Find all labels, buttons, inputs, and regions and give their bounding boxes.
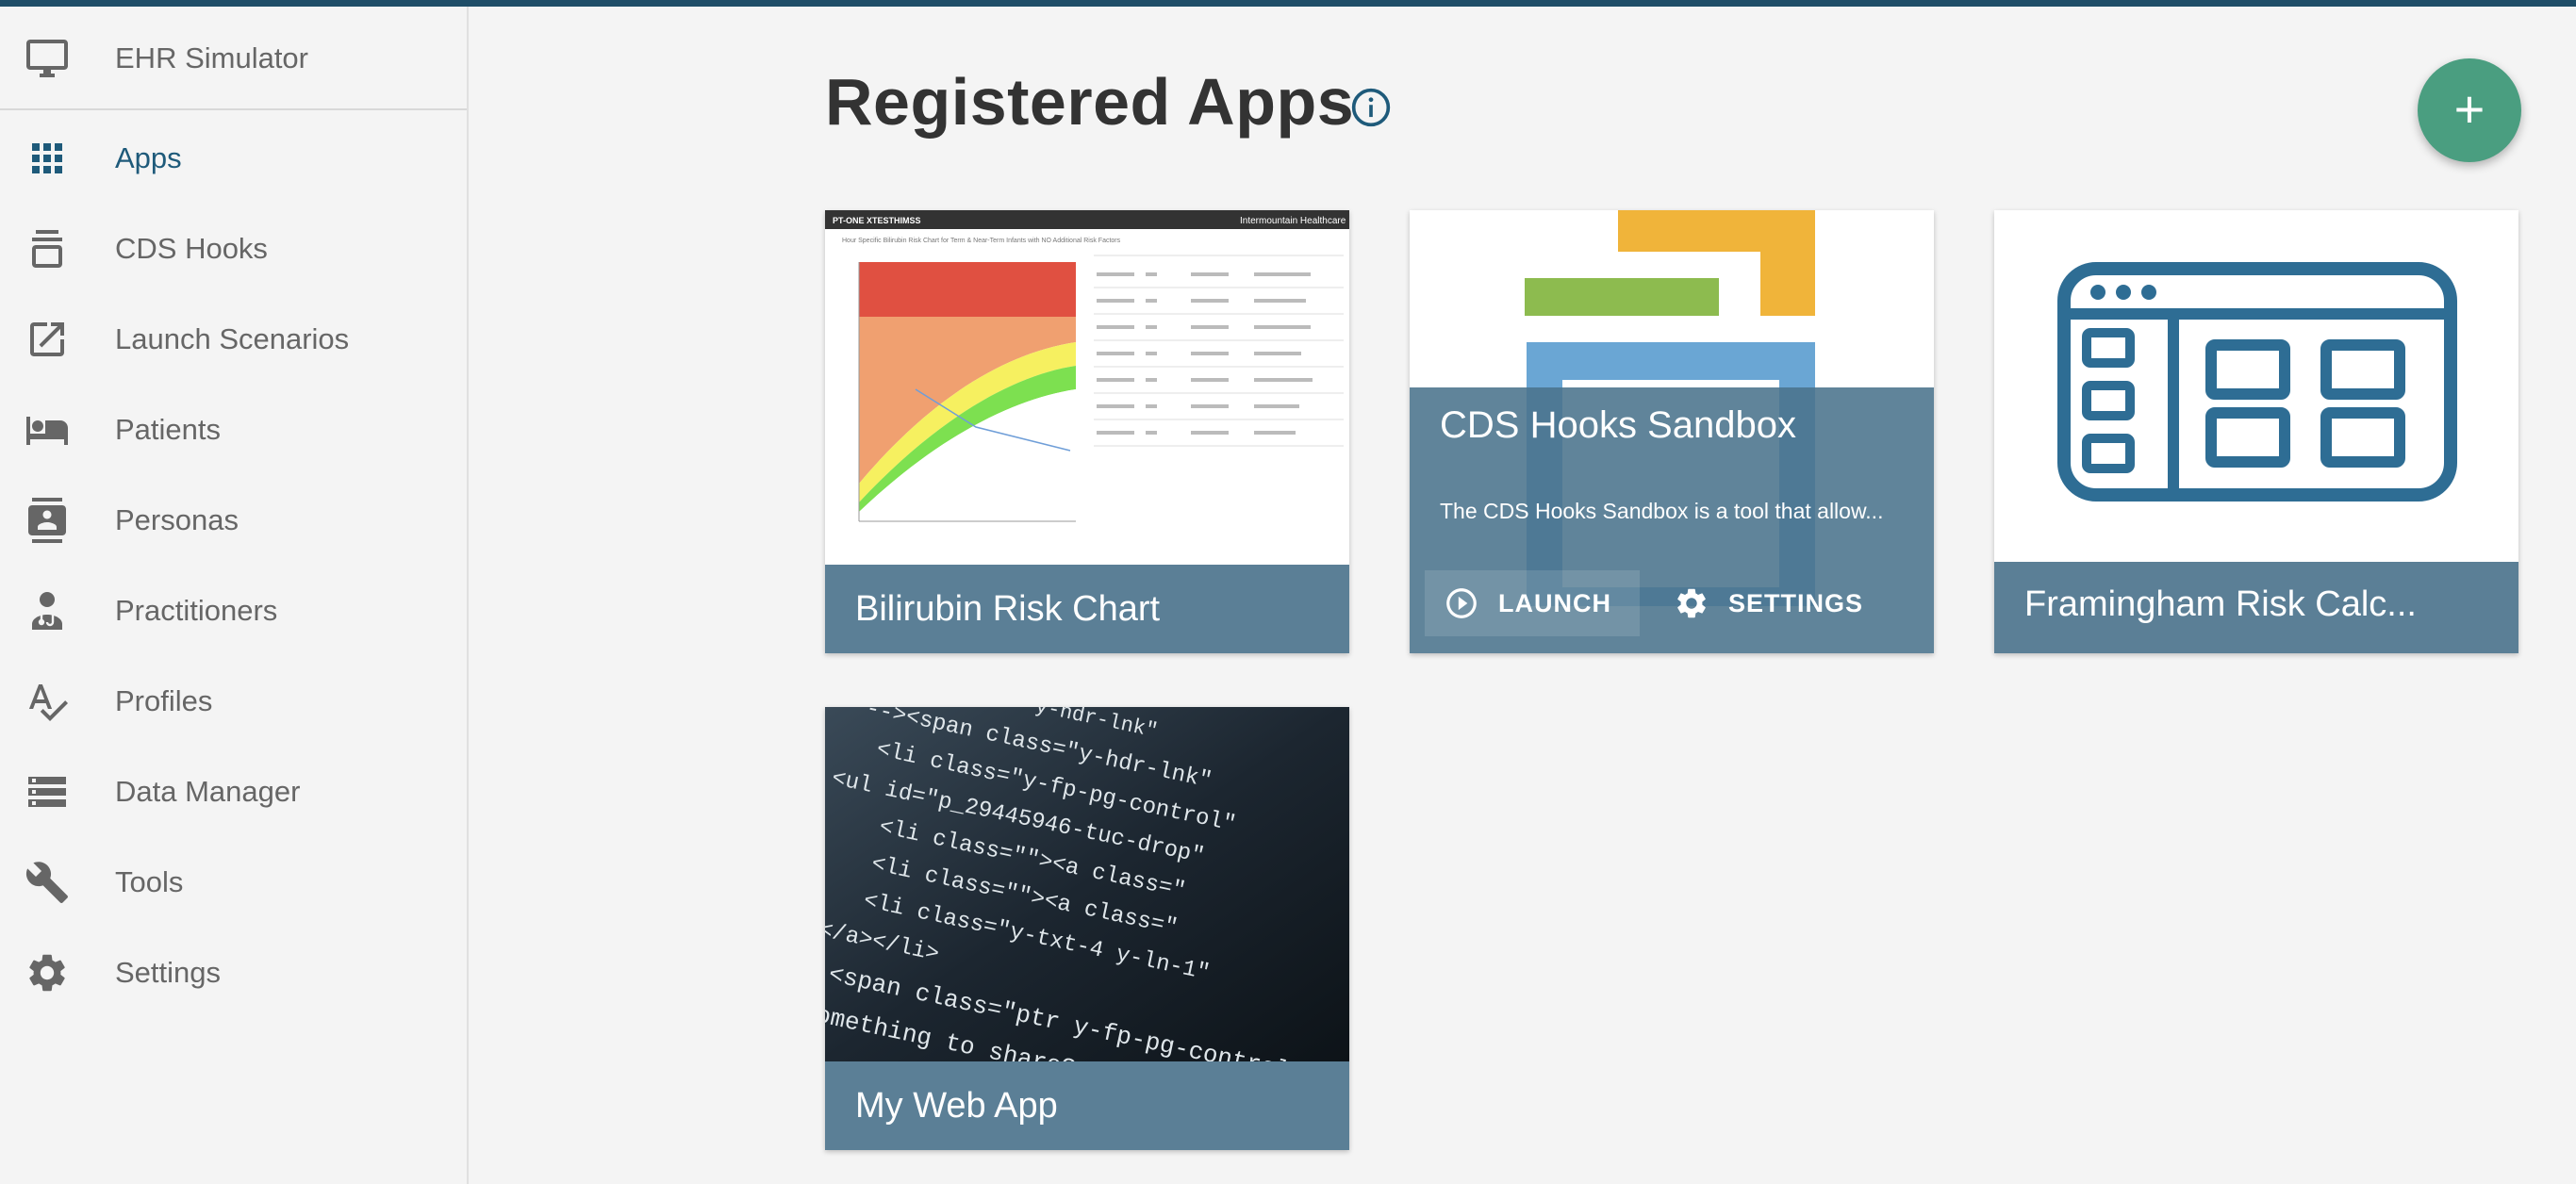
bilirubin-thumbnail: PT-ONE XTESTHIMSS Intermountain Healthca… [825,210,1349,565]
apps-grid-icon [32,143,62,173]
app-description: The CDS Hooks Sandbox is a tool that all… [1440,499,1884,523]
bilirubin-header-text: PT-ONE XTESTHIMSS [833,216,921,225]
sidebar-item-launch-scenarios[interactable]: Launch Scenarios [0,294,467,385]
launch-button[interactable]: LAUNCH [1425,570,1640,636]
bilirubin-chart-title: Hour Specific Bilirubin Risk Chart for T… [842,238,1121,244]
sidebar-item-patients[interactable]: Patients [0,385,467,475]
sidebar-item-label: Practitioners [115,594,278,627]
app-name: My Web App [855,1086,1058,1126]
info-icon[interactable] [1350,87,1392,128]
cds-hooks-icon [32,230,62,268]
sidebar-item-label: Launch Scenarios [115,322,350,355]
add-app-button[interactable]: + [2418,58,2521,162]
sidebar-item-personas[interactable]: Personas [0,475,467,566]
app-card-bilirubin-risk-chart[interactable]: PT-ONE XTESTHIMSS Intermountain Healthca… [825,210,1349,653]
top-accent-bar [0,0,2576,7]
sidebar-item-ehr-simulator[interactable]: EHR Simulator [0,7,467,110]
bilirubin-brand-text: Intermountain Healthcare [1240,216,1346,226]
contact-card-icon [28,498,66,543]
gear-icon [29,954,65,992]
card-title-bar: Bilirubin Risk Chart [825,565,1349,653]
monitor-icon [26,40,68,77]
settings-button[interactable]: SETTINGS [1655,570,1900,636]
sidebar-item-label: Settings [115,956,222,989]
card-hover-overlay: CDS Hooks Sandbox The CDS Hooks Sandbox … [1410,387,1934,653]
app-name: Bilirubin Risk Chart [855,589,1161,629]
doctor-icon [32,592,62,630]
sidebar-item-label: Profiles [115,684,213,717]
settings-label: SETTINGS [1728,589,1864,617]
sidebar-item-data-manager[interactable]: Data Manager [0,747,467,837]
app-card-framingham-risk-calc[interactable]: Framingham Risk Calc... [1994,210,2518,653]
sidebar-item-cds-hooks[interactable]: CDS Hooks [0,204,467,294]
app-window-icon [1994,210,2518,565]
sidebar-item-label: Apps [115,141,182,174]
page-title: Registered Apps [825,65,1355,139]
sidebar-item-label: CDS Hooks [115,232,268,265]
sidebar: EHR Simulator Apps CDS Hooks Launch Scen… [0,7,469,1184]
hotel-bed-icon [26,417,68,445]
card-title-bar: My Web App [825,1061,1349,1150]
plus-icon: + [2453,79,2485,139]
app-card-cds-hooks-sandbox[interactable]: CDS Hooks Sandbox The CDS Hooks Sandbox … [1410,210,1934,653]
app-card-my-web-app[interactable]: <li class="y-hdr-lnk" --><span class="y-… [825,707,1349,1150]
gear-icon [1677,588,1706,618]
sidebar-item-label: Patients [115,413,222,446]
sidebar-item-label: Data Manager [115,775,301,808]
code-thumbnail: <li class="y-hdr-lnk" --><span class="y-… [825,707,1349,1061]
sidebar-item-label: Personas [115,503,239,536]
sidebar-item-settings[interactable]: Settings [0,928,467,1018]
play-circle-icon [1446,588,1477,618]
storage-icon [28,777,66,807]
sidebar-item-profiles[interactable]: Profiles [0,656,467,747]
open-in-new-icon [30,322,64,356]
sidebar-item-label: Tools [115,865,184,898]
wrench-icon [25,862,68,903]
sidebar-item-practitioners[interactable]: Practitioners [0,566,467,656]
launch-label: LAUNCH [1498,589,1611,617]
app-name: CDS Hooks Sandbox [1440,404,1796,446]
app-name: Framingham Risk Calc... [2024,584,2417,624]
sidebar-item-apps[interactable]: Apps [0,113,467,204]
spellcheck-icon [28,684,69,721]
sidebar-item-label: EHR Simulator [115,41,308,74]
sidebar-item-tools[interactable]: Tools [0,837,467,928]
card-title-bar: Framingham Risk Calc... [1994,562,2518,653]
